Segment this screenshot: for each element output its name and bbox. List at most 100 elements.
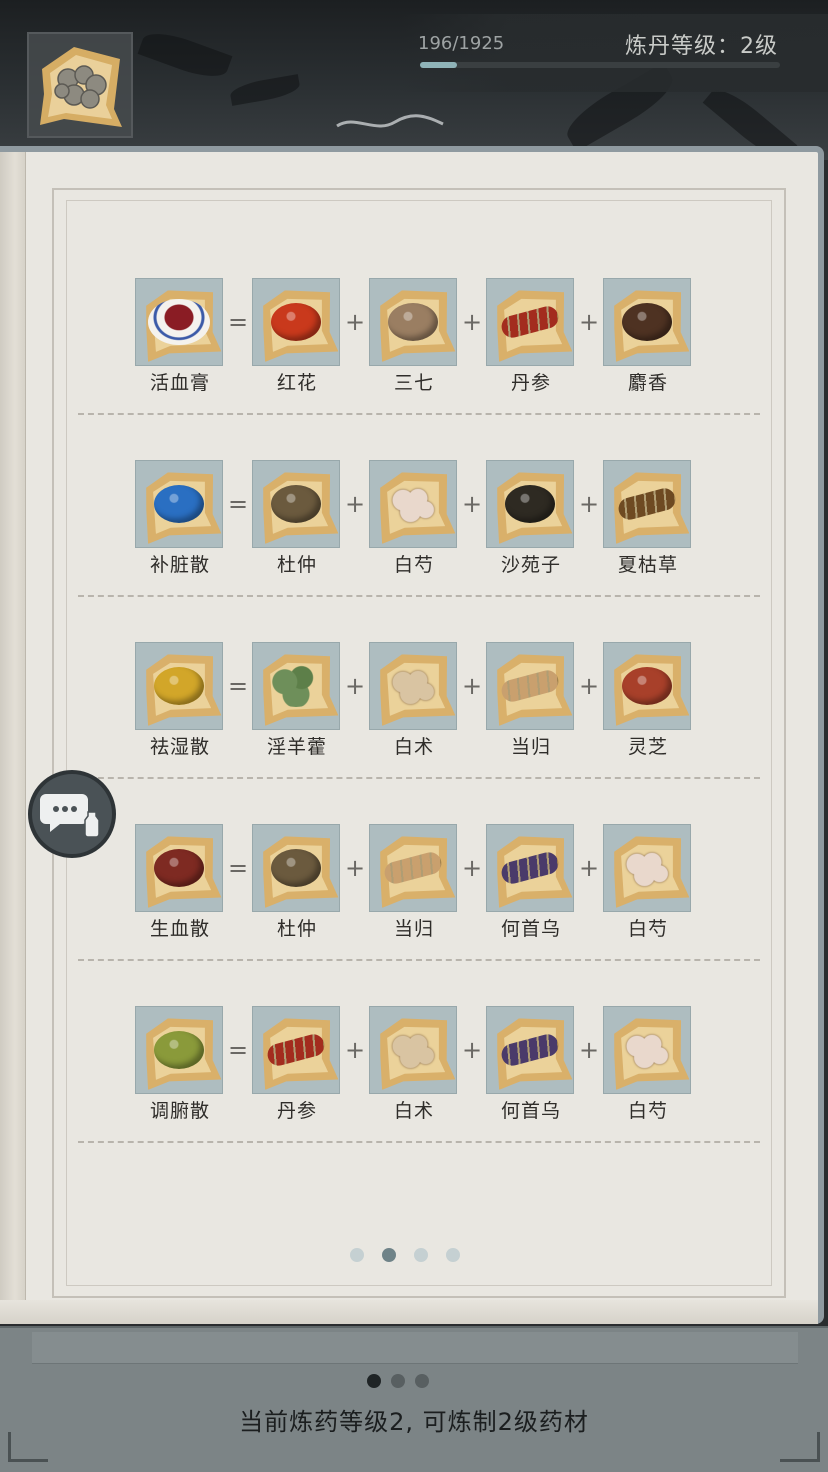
plus-sign: + (578, 308, 600, 336)
experience-counter: 196/1925 (418, 33, 505, 54)
ingredient-icon-tile[interactable] (252, 642, 340, 730)
recipe-result[interactable]: 调腑散 (135, 1006, 225, 1123)
ingredient-icon-tile[interactable] (486, 642, 574, 730)
ingredient-icon-tile[interactable] (252, 460, 340, 548)
recipe-ingredient[interactable]: 沙苑子 (486, 460, 576, 577)
ingredient-icon-tile[interactable] (252, 278, 340, 366)
result-name: 活血膏 (149, 372, 210, 394)
ingredient-name: 何首乌 (500, 918, 561, 940)
ingredient-icon-tile[interactable] (369, 642, 457, 730)
recipe-row: 祛湿散 淫羊藿 白术 当归 灵芝 = + + + (0, 642, 824, 824)
plus-sign: + (344, 854, 366, 882)
page-dot[interactable] (446, 1248, 460, 1262)
recipe-ingredient[interactable]: 丹参 (486, 278, 576, 395)
plus-sign: + (461, 854, 483, 882)
ingredient-name: 白芍 (627, 1100, 668, 1122)
result-name: 祛湿散 (149, 736, 210, 758)
blue-powder-icon (154, 485, 204, 523)
astragalus-seed-icon (505, 485, 555, 523)
recipe-ingredient[interactable]: 杜仲 (252, 460, 342, 577)
plus-sign: + (461, 490, 483, 518)
ingredient-icon-tile[interactable] (603, 278, 691, 366)
recipe-ingredient[interactable]: 麝香 (603, 278, 693, 395)
ingredient-icon-tile[interactable] (252, 824, 340, 912)
ingredient-name: 三七 (393, 372, 434, 394)
recipe-ingredient[interactable]: 何首乌 (486, 824, 576, 941)
recipe-ingredient[interactable]: 淫羊藿 (252, 642, 342, 759)
recipe-ingredient[interactable]: 何首乌 (486, 1006, 576, 1123)
row-divider (78, 1141, 760, 1143)
recipe-ingredient[interactable]: 丹参 (252, 1006, 342, 1123)
result-icon-tile[interactable] (135, 278, 223, 366)
ingredient-name: 白芍 (627, 918, 668, 940)
result-icon-tile[interactable] (135, 460, 223, 548)
herb-inventory-slot[interactable] (27, 32, 133, 138)
herb-bundle-icon (40, 47, 122, 127)
ingredient-icon-tile[interactable] (603, 460, 691, 548)
ingredient-icon-tile[interactable] (252, 1006, 340, 1094)
ingredient-icon-tile[interactable] (486, 278, 574, 366)
ingredient-name: 沙苑子 (500, 554, 561, 576)
page-dot[interactable] (350, 1248, 364, 1262)
result-name: 补脏散 (149, 554, 210, 576)
ingredient-name: 当归 (510, 736, 551, 758)
ingredient-icon-tile[interactable] (486, 460, 574, 548)
ingredient-icon-tile[interactable] (369, 278, 457, 366)
experience-bar-fill (420, 62, 457, 68)
plus-sign: + (578, 1036, 600, 1064)
result-name: 调腑散 (149, 1100, 210, 1122)
alchemy-status-text: 当前炼药等级2, 可炼制2级药材 (239, 1408, 589, 1436)
row-divider (78, 595, 760, 597)
recipe-ingredient[interactable]: 白芍 (369, 460, 459, 577)
eucommia-bark-icon (271, 849, 321, 887)
recipe-row: 活血膏 红花 三七 丹参 麝香 = + + + (0, 278, 824, 460)
recipe-ingredient[interactable]: 三七 (369, 278, 459, 395)
plus-sign: + (461, 672, 483, 700)
equals-sign: = (227, 490, 249, 518)
musk-icon (622, 303, 672, 341)
ingredient-icon-tile[interactable] (486, 1006, 574, 1094)
result-name: 生血散 (149, 918, 210, 940)
ingredient-name: 麝香 (627, 372, 668, 394)
ingredient-icon-tile[interactable] (486, 824, 574, 912)
row-divider (78, 777, 760, 779)
ingredient-icon-tile[interactable] (369, 460, 457, 548)
recipe-ingredient[interactable]: 白芍 (603, 1006, 693, 1123)
plus-sign: + (461, 1036, 483, 1064)
ingredient-icon-tile[interactable] (603, 642, 691, 730)
ingredient-name: 何首乌 (500, 1100, 561, 1122)
panel-page-dot[interactable] (391, 1374, 405, 1388)
recipe-ingredient[interactable]: 当归 (369, 824, 459, 941)
recipe-ingredient[interactable]: 杜仲 (252, 824, 342, 941)
recipe-ingredient[interactable]: 白术 (369, 642, 459, 759)
page-dot[interactable] (414, 1248, 428, 1262)
recipe-result[interactable]: 活血膏 (135, 278, 225, 395)
plus-sign: + (344, 490, 366, 518)
chat-button[interactable] (28, 770, 116, 858)
recipe-result[interactable]: 补脏散 (135, 460, 225, 577)
plus-sign: + (578, 490, 600, 518)
equals-sign: = (227, 854, 249, 882)
result-icon-tile[interactable] (135, 642, 223, 730)
recipe-ingredient[interactable]: 当归 (486, 642, 576, 759)
atractylodes-icon (388, 667, 438, 705)
result-icon-tile[interactable] (135, 824, 223, 912)
panel-page-dot[interactable] (415, 1374, 429, 1388)
recipe-ingredient[interactable]: 白术 (369, 1006, 459, 1123)
ingredient-icon-tile[interactable] (603, 824, 691, 912)
page-dot[interactable] (382, 1248, 396, 1262)
recipe-ingredient[interactable]: 夏枯草 (603, 460, 693, 577)
recipe-result[interactable]: 祛湿散 (135, 642, 225, 759)
recipe-ingredient[interactable]: 红花 (252, 278, 342, 395)
ingredient-name: 丹参 (510, 372, 551, 394)
ingredient-icon-tile[interactable] (603, 1006, 691, 1094)
ingredient-icon-tile[interactable] (369, 1006, 457, 1094)
recipe-ingredient[interactable]: 白芍 (603, 824, 693, 941)
equals-sign: = (227, 1036, 249, 1064)
recipe-result[interactable]: 生血散 (135, 824, 225, 941)
panel-page-dot[interactable] (367, 1374, 381, 1388)
bottom-panel (0, 1326, 828, 1472)
ingredient-icon-tile[interactable] (369, 824, 457, 912)
result-icon-tile[interactable] (135, 1006, 223, 1094)
recipe-ingredient[interactable]: 灵芝 (603, 642, 693, 759)
